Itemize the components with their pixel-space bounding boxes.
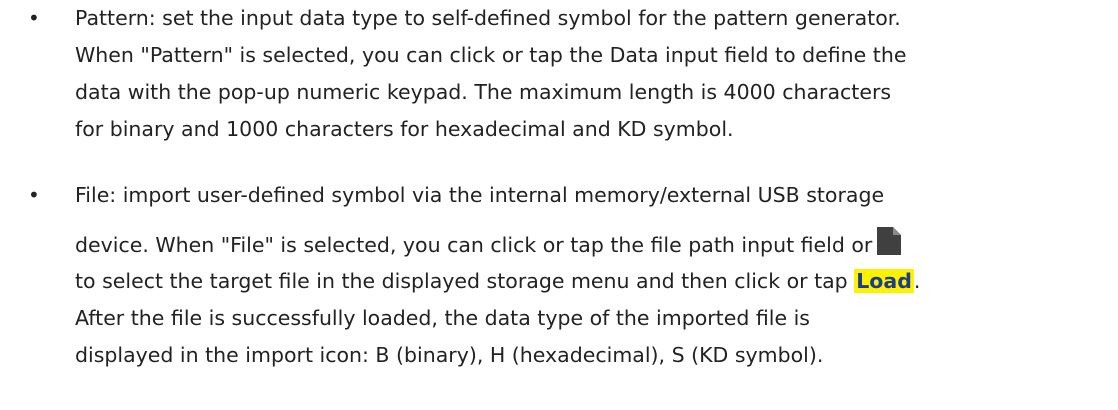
bullet-marker: •: [28, 6, 40, 30]
pattern-line-3: data with the pop-up numeric keypad. The…: [75, 80, 892, 104]
pattern-paragraph: Pattern: set the input data type to self…: [75, 0, 1115, 148]
file-line-4: After the file is successfully loaded, t…: [75, 306, 810, 330]
file-line-2-text: device. When "File" is selected, you can…: [75, 233, 873, 257]
document-body: • Pattern: set the input data type to se…: [0, 0, 1118, 410]
file-line-1: File: import user-defined symbol via the…: [75, 183, 885, 207]
file-paragraph: File: import user-defined symbol via the…: [75, 177, 1115, 374]
file-line-3-pre: to select the target file in the display…: [75, 269, 855, 293]
pattern-line-4: for binary and 1000 characters for hexad…: [75, 117, 734, 141]
bullet-marker: •: [28, 183, 40, 207]
file-line-5: displayed in the import icon: B (binary)…: [75, 343, 824, 367]
load-label: Load: [854, 269, 914, 293]
pattern-line-2: When "Pattern" is selected, you can clic…: [75, 43, 907, 67]
file-line-2: device. When "File" is selected, you can…: [75, 226, 1115, 263]
file-icon: [876, 226, 902, 256]
file-line-3: to select the target file in the display…: [75, 263, 1115, 300]
pattern-line-1: Pattern: set the input data type to self…: [75, 6, 901, 30]
file-line-3-post: .: [913, 269, 921, 293]
